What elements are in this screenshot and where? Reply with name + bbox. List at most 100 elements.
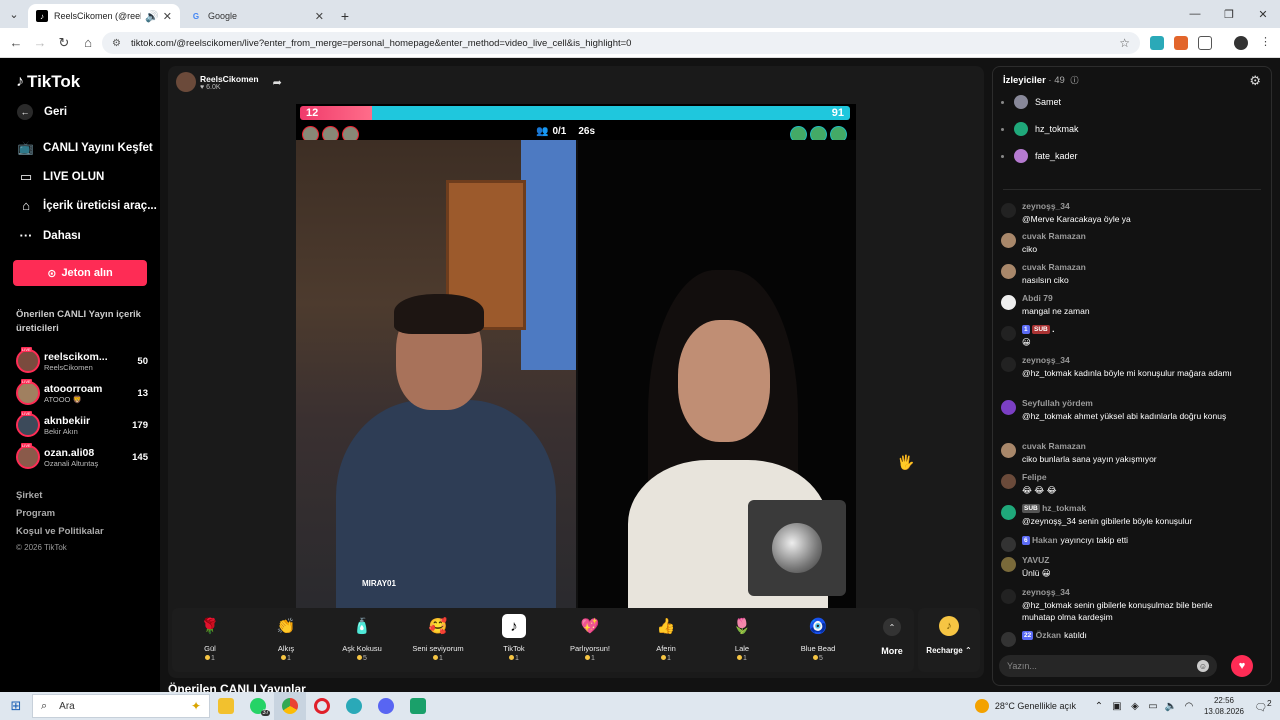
get-coins-button[interactable]: ⊙ Jeton alın	[13, 260, 147, 286]
creator-avatar: LIVE	[16, 379, 40, 405]
address-bar[interactable]: ⚙ tiktok.com/@reelscikomen/live?enter_fr…	[102, 32, 1140, 54]
restore-icon[interactable]: ❐	[1212, 0, 1246, 28]
metamask-icon[interactable]	[1174, 36, 1188, 50]
weather-widget[interactable]: 28°C Genellikle açık	[974, 699, 1076, 713]
clock[interactable]: 22:56 13.08.2026	[1204, 695, 1244, 717]
puzzle-extensions-icon[interactable]	[1198, 36, 1212, 50]
chat-username[interactable]: cuvak Ramazan	[1022, 441, 1086, 451]
app-icon[interactable]	[338, 692, 370, 720]
suggested-creator[interactable]: LIVE aknbekiir Bekir Akın 179	[16, 411, 148, 438]
creator-name: aknbekiir	[44, 414, 91, 427]
nav-item-more[interactable]: ··· Dahası	[16, 228, 81, 243]
browser-menu-icon[interactable]: ⋮	[1260, 35, 1271, 48]
suggested-creator[interactable]: LIVE ozan.ali08 Ozanali Altuntaş 145	[16, 443, 148, 470]
nav-item-go-live[interactable]: ▭ LIVE OLUN	[16, 169, 105, 185]
nav-item-live-explore[interactable]: 📺 CANLI Yayını Keşfet	[16, 140, 153, 156]
tab-google[interactable]: G Google ✕	[182, 4, 332, 28]
chat-username[interactable]: Abdi 79	[1022, 293, 1053, 303]
chat-username[interactable]: Özkan	[1036, 630, 1062, 640]
footer-link-program[interactable]: Program	[16, 508, 55, 519]
discord-icon[interactable]	[370, 692, 402, 720]
speaker-icon[interactable]: 🔊	[145, 10, 159, 23]
opera-icon[interactable]	[306, 692, 338, 720]
chat-username[interactable]: zeynoşş_34	[1022, 201, 1070, 211]
host-info[interactable]: ReelsCikomen ♥ 6.0K ➦	[176, 72, 282, 92]
like-heart-button[interactable]: ♥	[1231, 655, 1253, 677]
share-icon[interactable]: ➦	[273, 76, 282, 89]
reload-icon[interactable]: ↻	[52, 35, 76, 51]
mini-camera-feed[interactable]	[748, 500, 846, 596]
wifi-icon[interactable]: ◠	[1180, 701, 1198, 712]
tiktok-logo[interactable]: ♪ TikTok	[16, 72, 80, 92]
tab-tiktok[interactable]: ♪ ReelsCikomen (@reelscikomen) 🔊 ✕	[28, 4, 180, 28]
host-name[interactable]: ReelsCikomen	[200, 74, 259, 84]
top-viewer[interactable]: hz_tokmak	[1001, 122, 1079, 136]
gift-item[interactable]: 💖 Parlıyorsun! 1	[552, 614, 628, 662]
gift-item[interactable]: 🌷 Lale 1	[704, 614, 780, 662]
chevron-up-icon[interactable]: ⌃	[1090, 701, 1108, 712]
chat-username[interactable]: YAVUZ	[1022, 555, 1049, 565]
top-viewer[interactable]: Samet	[1001, 95, 1061, 109]
windows-start-icon[interactable]: ⊞	[0, 698, 32, 714]
tab-search-icon[interactable]: ⌄	[0, 0, 28, 28]
recharge-button[interactable]: ♪ Recharge ⌃	[918, 608, 980, 672]
back-button[interactable]: ← Geri	[16, 104, 67, 120]
live-video[interactable]: 12 91 👥 0/1 26s MIRAY01	[296, 104, 856, 608]
gift-item[interactable]: ♪ TikTok 1	[476, 614, 552, 662]
more-gifts-button[interactable]: ⌃ More	[872, 618, 912, 656]
file-explorer-icon[interactable]	[210, 692, 242, 720]
chat-username[interactable]: Seyfullah yördem	[1022, 398, 1093, 408]
minimize-icon[interactable]: —	[1178, 0, 1212, 28]
chat-username[interactable]: cuvak Ramazan	[1022, 231, 1086, 241]
suggested-creator[interactable]: LIVE atooorroam ATOOO 🦁 13	[16, 379, 148, 406]
app-icon[interactable]	[402, 692, 434, 720]
gift-item[interactable]: 🧴 Aşk Kokusu 5	[324, 614, 400, 662]
chat-username[interactable]: hz_tokmak	[1042, 503, 1086, 513]
gift-item[interactable]: 👍 Aferin 1	[628, 614, 704, 662]
footer-link-terms[interactable]: Koşul ve Politikalar	[16, 526, 104, 537]
gift-item[interactable]: 🧿 Blue Bead 5	[780, 614, 856, 662]
close-window-icon[interactable]: ✕	[1246, 0, 1280, 28]
gift-item[interactable]: 🌹 Gül 1	[172, 614, 248, 662]
viewers-header[interactable]: İzleyiciler · 49 ⓘ	[1003, 75, 1078, 86]
host-avatar[interactable]	[176, 72, 196, 92]
chat-username[interactable]: zeynoşş_34	[1022, 587, 1070, 597]
site-info-icon[interactable]: ⚙	[112, 38, 121, 49]
level-badge: 6	[1022, 536, 1030, 545]
forward-arrow-icon[interactable]: →	[28, 35, 52, 50]
network-icon[interactable]: ▭	[1144, 701, 1162, 712]
notification-icon[interactable]: 🗨2	[1252, 698, 1274, 713]
info-icon[interactable]: ⓘ	[1070, 76, 1078, 85]
rose-gift-icon: 🌹	[200, 618, 220, 635]
profile-avatar[interactable]	[1234, 36, 1248, 50]
gift-item[interactable]: 🥰 Seni seviyorum 1	[400, 614, 476, 662]
back-arrow-icon[interactable]: ←	[4, 35, 28, 50]
home-icon[interactable]: ⌂	[76, 35, 100, 50]
emoji-icon[interactable]: ☺	[1197, 660, 1209, 672]
tab-close-icon[interactable]: ✕	[315, 10, 324, 23]
nav-item-creator-tools[interactable]: ⌂ İçerik üreticisi araç...	[16, 198, 157, 213]
footer-link-company[interactable]: Şirket	[16, 490, 42, 501]
chat-username[interactable]: Hakan	[1032, 535, 1058, 545]
taskbar-search[interactable]: ⌕ Ara ✦	[32, 694, 210, 718]
creator-viewer-count: 179	[132, 419, 148, 431]
chat-input[interactable]	[1007, 661, 1197, 671]
logo-text: TikTok	[27, 72, 81, 91]
bookmark-star-icon[interactable]: ☆	[1119, 36, 1130, 50]
gift-item[interactable]: 👏 Alkış 1	[248, 614, 324, 662]
suggested-creator[interactable]: LIVE reelscikom... ReelsCikomen 50	[16, 347, 148, 374]
top-viewer[interactable]: fate_kader	[1001, 149, 1078, 163]
chat-username[interactable]: zeynoşş_34	[1022, 355, 1070, 365]
new-tab-button[interactable]: +	[334, 4, 356, 28]
sparkle-icon: ✦	[190, 699, 201, 713]
chat-username[interactable]: Felipe	[1022, 472, 1047, 482]
extension-icon[interactable]	[1150, 36, 1164, 50]
tab-close-icon[interactable]: ✕	[163, 10, 172, 23]
chat-username[interactable]: cuvak Ramazan	[1022, 262, 1086, 272]
security-icon[interactable]: ◈	[1126, 701, 1144, 712]
settings-gear-icon[interactable]: ⚙	[1249, 73, 1261, 89]
tray-app-icon[interactable]: ▣	[1108, 701, 1126, 712]
whatsapp-icon[interactable]: 37	[242, 692, 274, 720]
volume-icon[interactable]: 🔈	[1162, 701, 1180, 712]
chrome-icon[interactable]	[274, 692, 306, 720]
